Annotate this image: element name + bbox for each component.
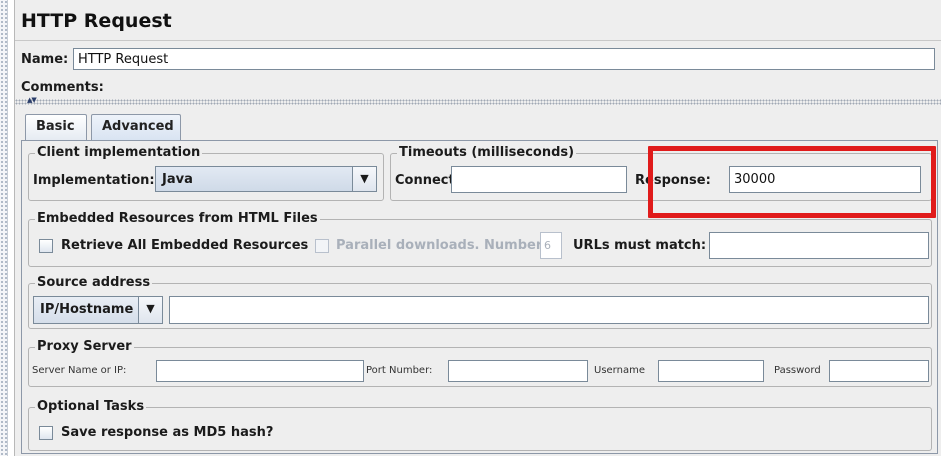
tab-advanced[interactable]: Advanced bbox=[91, 114, 181, 140]
http-request-panel: HTTP Request Name: Comments: ▲▼ Basic Ad… bbox=[14, 0, 941, 456]
page-title: HTTP Request bbox=[21, 10, 172, 32]
split-divider[interactable] bbox=[15, 99, 941, 105]
proxy-password-label: Password bbox=[774, 365, 821, 376]
connect-timeout-field[interactable] bbox=[451, 166, 627, 193]
parallel-downloads-label: Parallel downloads. Number: bbox=[336, 238, 548, 253]
group-title: Optional Tasks bbox=[35, 399, 147, 414]
group-title: Embedded Resources from HTML Files bbox=[35, 211, 320, 226]
embedded-resources-group: Embedded Resources from HTML Files Retri… bbox=[28, 211, 932, 267]
collapse-expand-icon[interactable]: ▲▼ bbox=[27, 96, 37, 104]
implementation-select[interactable]: Java ▼ bbox=[155, 166, 377, 192]
comments-label: Comments: bbox=[21, 80, 104, 95]
urls-must-match-label: URLs must match: bbox=[573, 238, 707, 253]
source-address-type-select[interactable]: IP/Hostname ▼ bbox=[33, 296, 163, 324]
name-field[interactable] bbox=[73, 48, 935, 70]
name-label: Name: bbox=[21, 52, 69, 67]
proxy-server-group: Proxy Server Server Name or IP: Port Num… bbox=[28, 339, 932, 387]
urls-must-match-field[interactable] bbox=[709, 232, 929, 259]
retrieve-embedded-checkbox[interactable] bbox=[39, 239, 53, 253]
parallel-downloads-number[interactable] bbox=[540, 232, 562, 259]
group-title: Client implementation bbox=[35, 145, 203, 160]
proxy-password-field[interactable] bbox=[829, 360, 929, 382]
chevron-down-icon[interactable]: ▼ bbox=[352, 167, 376, 191]
chevron-down-icon[interactable]: ▼ bbox=[138, 297, 162, 323]
tab-basic[interactable]: Basic bbox=[25, 114, 87, 140]
proxy-username-label: Username bbox=[594, 365, 645, 376]
group-title: Proxy Server bbox=[35, 339, 134, 354]
parallel-downloads-checkbox[interactable] bbox=[315, 239, 329, 253]
response-highlight-box bbox=[648, 146, 936, 218]
implementation-label: Implementation: bbox=[33, 173, 155, 188]
md5-hash-checkbox[interactable] bbox=[39, 426, 53, 440]
tree-splitter-rail[interactable] bbox=[0, 0, 8, 456]
source-address-type-value: IP/Hostname bbox=[40, 302, 134, 317]
proxy-server-field[interactable] bbox=[156, 360, 364, 382]
optional-tasks-group: Optional Tasks Save response as MD5 hash… bbox=[28, 399, 932, 451]
group-title: Source address bbox=[35, 275, 153, 290]
source-address-field[interactable] bbox=[169, 296, 929, 324]
retrieve-embedded-label: Retrieve All Embedded Resources bbox=[61, 238, 309, 253]
proxy-port-label: Port Number: bbox=[366, 365, 433, 376]
proxy-username-field[interactable] bbox=[658, 360, 764, 382]
proxy-port-field[interactable] bbox=[448, 360, 588, 382]
implementation-selected-value: Java bbox=[162, 172, 193, 187]
md5-hash-label: Save response as MD5 hash? bbox=[61, 425, 274, 440]
client-implementation-group: Client implementation Implementation: Ja… bbox=[28, 145, 384, 201]
group-title: Timeouts (milliseconds) bbox=[397, 145, 577, 160]
source-address-group: Source address IP/Hostname ▼ bbox=[28, 275, 932, 329]
title-divider bbox=[15, 40, 941, 41]
proxy-server-label: Server Name or IP: bbox=[32, 365, 127, 376]
